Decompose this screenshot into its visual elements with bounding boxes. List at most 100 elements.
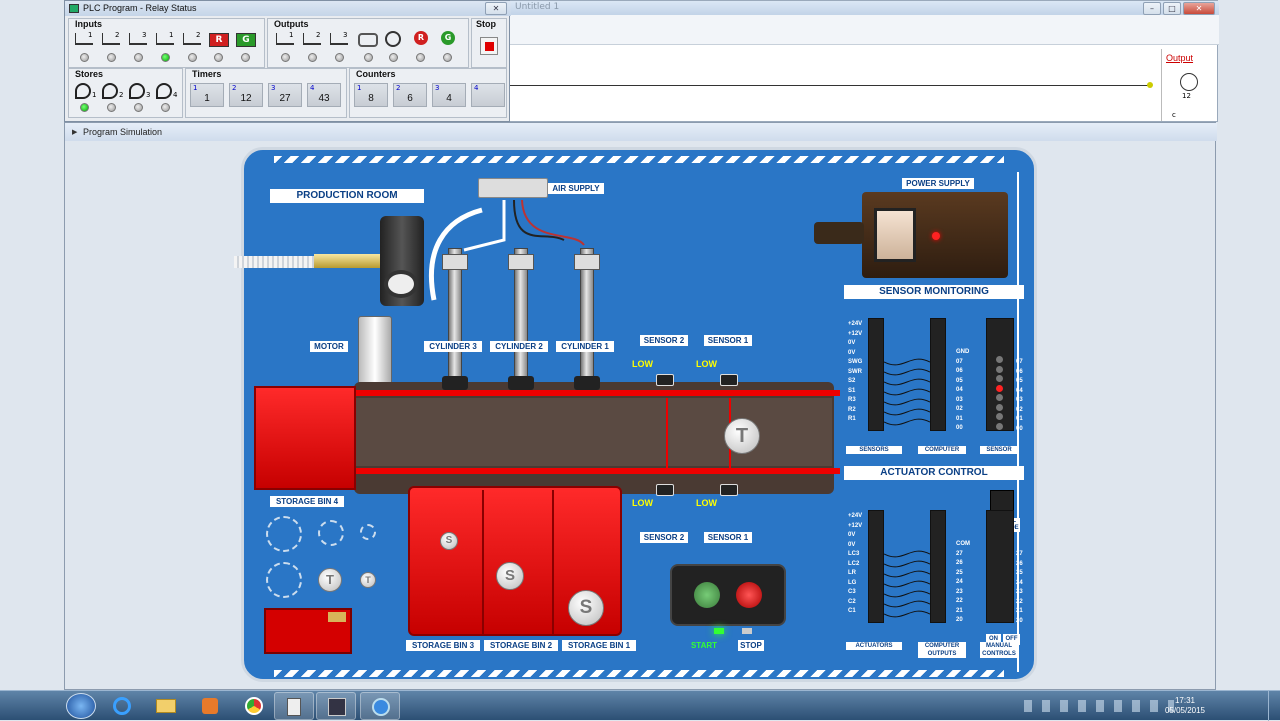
- cylinder-3-clamp: [442, 254, 468, 270]
- stop-group: Stop: [471, 18, 507, 68]
- actuator-control-right-label: 24: [1016, 579, 1023, 586]
- sensor-monitoring-left-label: +24V: [848, 321, 863, 327]
- actuator-control-right-label: 27: [1016, 551, 1023, 557]
- sensor-top-head: [720, 374, 738, 386]
- inputs-label: Inputs: [75, 19, 102, 29]
- sensor-monitoring-left-label: R3: [848, 397, 856, 403]
- show-desktop-button[interactable]: [1268, 691, 1280, 721]
- collapse-icon[interactable]: ▶: [72, 128, 77, 136]
- sensor-monitoring-left-label: +12V: [848, 330, 863, 337]
- taskbar: 17:31 05/05/2015: [0, 690, 1280, 721]
- clock-date: 05/05/2015: [1164, 706, 1206, 715]
- input-led: [161, 53, 170, 62]
- input-led: [80, 53, 89, 62]
- output-relay-label: 2: [316, 31, 321, 39]
- output-led: [416, 53, 425, 62]
- sensor-monitoring-mid-label: 07: [956, 358, 963, 365]
- timer-value: 12: [240, 93, 252, 104]
- timer-slot[interactable]: 11: [190, 83, 224, 107]
- background-window: Untitled 1 – □ ✕ Output 12 c: [508, 0, 1219, 122]
- ie-taskbar-icon[interactable]: [102, 692, 142, 720]
- start-orb-icon[interactable]: [66, 693, 96, 719]
- sensor-bottom-head: [656, 484, 674, 496]
- sensor-top-level: LOW: [696, 359, 717, 369]
- actuator-control-left-label: C3: [848, 589, 856, 595]
- brass-fitting: [314, 254, 384, 268]
- counter-slot[interactable]: 26: [393, 83, 427, 107]
- store-4-icon[interactable]: [156, 83, 172, 99]
- sensor-monitoring-left-label: R1: [848, 416, 856, 422]
- store-2-icon[interactable]: [102, 83, 118, 99]
- sensor-monitoring-left-label: S1: [848, 387, 856, 394]
- actuator-control-terminal-block-3: [986, 510, 1014, 623]
- actuator-control-left-label: LG: [848, 579, 857, 586]
- inputs-group: Inputs 12312RG: [68, 18, 265, 68]
- sensor-indicator-led: [996, 413, 1003, 420]
- maximize-button[interactable]: □: [1163, 2, 1181, 15]
- output-lamp-r-icon: R: [414, 31, 428, 45]
- sensor-bottom-head: [720, 484, 738, 496]
- sensor-monitoring-left-label: S2: [848, 378, 856, 384]
- conveyor-rail-top: [354, 390, 840, 396]
- actuator-control-right-label: 23: [1016, 589, 1023, 595]
- input-button-g[interactable]: G: [236, 33, 256, 47]
- system-tray-icons[interactable]: [1024, 700, 1174, 712]
- actuator-control-mid-label: COM: [956, 541, 970, 547]
- empty-slot: [266, 516, 302, 552]
- sensor-monitoring-label: SENSOR MONITORING: [844, 285, 1024, 299]
- input-button-r[interactable]: R: [209, 33, 229, 47]
- actuator-control-mid-label: 26: [956, 560, 963, 566]
- timer-slot[interactable]: 2 12: [229, 83, 263, 107]
- output-led: [308, 53, 317, 62]
- timer-icon[interactable]: [1180, 73, 1198, 91]
- sensor-monitoring-bottom-tag: COMPUTER: [918, 446, 966, 454]
- timer-slot[interactable]: 3 27: [268, 83, 302, 107]
- actuator-control-terminal-block-1: [868, 510, 884, 623]
- sensor-monitoring-left-label: R2: [848, 406, 856, 413]
- actuator-control-mid-label: 24: [956, 579, 963, 585]
- media-taskbar-icon[interactable]: [190, 692, 230, 720]
- cylinder-3-label: CYLINDER 3: [424, 341, 482, 352]
- store-1-icon[interactable]: [75, 83, 91, 99]
- relay-window-title: PLC Program - Relay Status: [65, 1, 511, 16]
- counter-slot[interactable]: 4: [471, 83, 505, 107]
- sensor-monitoring-right-label: 04: [1016, 387, 1023, 394]
- plc-taskbar-icon[interactable]: [274, 692, 314, 720]
- actuator-control-bottom-tag: MANUAL CONTROLS: [980, 642, 1018, 658]
- close-button[interactable]: ✕: [1183, 2, 1215, 15]
- loose-part-t: T: [318, 568, 342, 592]
- save-taskbar-icon[interactable]: [316, 692, 356, 720]
- top-stripe: [274, 156, 1004, 163]
- stop-square-icon: [485, 42, 494, 51]
- app-taskbar-icon[interactable]: [360, 692, 400, 720]
- output-led: [335, 53, 344, 62]
- sensor-monitoring-mid-label: 01: [956, 415, 963, 422]
- counter-slot[interactable]: 34: [432, 83, 466, 107]
- minimize-button[interactable]: –: [1143, 2, 1161, 15]
- bin2-part-s: S: [496, 562, 524, 590]
- clock[interactable]: 17:31 05/05/2015: [1160, 696, 1210, 716]
- stop-push-button[interactable]: [736, 582, 762, 608]
- timer-sub: c: [1172, 111, 1176, 119]
- input-switch-label: 1: [169, 31, 174, 39]
- stop-label: Stop: [476, 19, 496, 29]
- start-button[interactable]: [694, 582, 720, 608]
- actuator-control-bottom-tag: ACTUATORS: [846, 642, 902, 650]
- counter-slot[interactable]: 18: [354, 83, 388, 107]
- sensor-bottom-label: SENSOR 1: [704, 532, 752, 543]
- sensor-monitoring-wires: [884, 358, 930, 426]
- chrome-taskbar-icon[interactable]: [234, 692, 274, 720]
- relay-close-button[interactable]: ✕: [485, 2, 507, 15]
- timer-slot[interactable]: 4 43: [307, 83, 341, 107]
- loose-part-t: T: [360, 572, 376, 588]
- start-stop-box: [670, 564, 786, 626]
- stores-label: Stores: [75, 69, 104, 79]
- timer-value: 43: [318, 93, 330, 104]
- explorer-taskbar-icon[interactable]: [146, 692, 186, 720]
- input-led: [214, 53, 223, 62]
- output-lamp-g-icon: G: [441, 31, 455, 45]
- stop-button[interactable]: [480, 37, 498, 55]
- actuator-control-left-label: C1: [848, 608, 856, 614]
- output-label[interactable]: Output: [1166, 53, 1193, 63]
- store-3-icon[interactable]: [129, 83, 145, 99]
